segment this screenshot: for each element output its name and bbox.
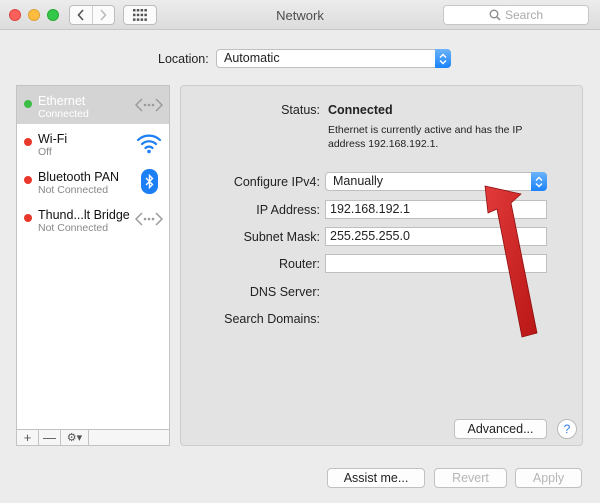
status-description: Ethernet is currently active and has the…	[328, 124, 523, 150]
configure-ipv4-label: Configure IPv4:	[233, 175, 320, 189]
service-name: Bluetooth PAN	[38, 170, 120, 184]
service-name: Thund...lt Bridge	[38, 208, 130, 222]
service-item-ethernet[interactable]: Ethernet Connected	[17, 86, 169, 124]
service-status: Not Connected	[38, 222, 109, 234]
status-dot	[24, 214, 32, 222]
revert-button[interactable]: Revert	[434, 468, 507, 488]
apply-button[interactable]: Apply	[515, 468, 582, 488]
status-label: Status:	[281, 103, 320, 117]
status-dot	[24, 100, 32, 108]
search-field[interactable]: Search	[443, 5, 589, 25]
router-label: Router:	[279, 257, 320, 271]
assist-me-button[interactable]: Assist me...	[327, 468, 425, 488]
title-bar: Network Search	[0, 0, 600, 30]
service-item-bluetooth-pan[interactable]: Bluetooth PAN Not Connected	[17, 162, 169, 200]
service-list-toolbar: + — ⚙▾	[16, 429, 170, 446]
search-icon	[489, 9, 501, 21]
dns-server-label: DNS Server:	[249, 285, 320, 299]
service-name: Wi-Fi	[38, 132, 68, 146]
updown-arrows-icon	[531, 172, 547, 191]
service-name: Ethernet	[38, 94, 86, 108]
gear-menu-button[interactable]: ⚙▾	[61, 430, 89, 445]
service-status: Not Connected	[38, 184, 109, 196]
configure-ipv4-select[interactable]: Manually	[325, 172, 547, 191]
status-dot	[24, 138, 32, 146]
location-value: Automatic	[224, 51, 280, 65]
status-value: Connected	[328, 103, 393, 117]
location-label: Location:	[158, 52, 209, 66]
wifi-icon	[135, 130, 163, 156]
router-field[interactable]	[325, 254, 547, 273]
help-button[interactable]: ?	[557, 419, 577, 439]
service-item-wifi[interactable]: Wi-Fi Off	[17, 124, 169, 162]
advanced-button[interactable]: Advanced...	[454, 419, 547, 439]
service-status: Connected	[38, 108, 89, 120]
updown-arrows-icon	[435, 49, 451, 68]
search-domains-label: Search Domains:	[224, 312, 320, 326]
bluetooth-icon	[140, 168, 158, 194]
subnet-mask-field[interactable]: 255.255.255.0	[325, 227, 547, 246]
search-placeholder: Search	[504, 8, 544, 22]
service-item-thunderbolt-bridge[interactable]: Thund...lt Bridge Not Connected	[17, 200, 169, 238]
ip-address-label: IP Address:	[256, 203, 320, 217]
ip-address-field[interactable]: 192.168.192.1	[325, 200, 547, 219]
ethernet-icon	[135, 92, 163, 118]
remove-service-button[interactable]: —	[39, 430, 61, 445]
location-select[interactable]: Automatic	[216, 49, 451, 68]
configure-ipv4-value: Manually	[333, 174, 384, 188]
status-dot	[24, 176, 32, 184]
service-status: Off	[38, 146, 52, 158]
ethernet-icon	[135, 206, 163, 232]
subnet-mask-label: Subnet Mask:	[243, 230, 320, 244]
add-service-button[interactable]: +	[17, 430, 39, 445]
service-list: Ethernet Connected Wi-Fi Off Bluetooth P…	[16, 85, 170, 430]
